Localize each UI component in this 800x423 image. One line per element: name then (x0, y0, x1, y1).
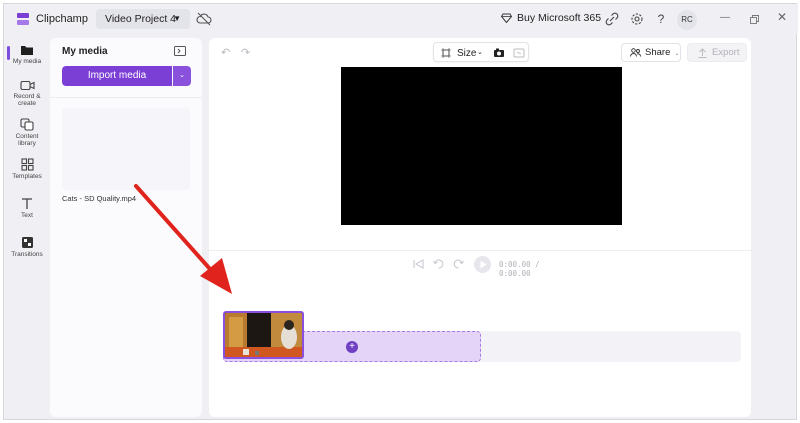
help-icon[interactable]: ? (654, 12, 668, 26)
size-button[interactable]: Size (457, 48, 476, 59)
rail-item-record-create[interactable]: Record & create (4, 80, 50, 107)
rewind-5-icon[interactable] (433, 259, 444, 269)
transitions-icon (21, 237, 33, 248)
divider (209, 250, 751, 251)
library-icon (20, 118, 34, 131)
rail-item-label: My media (12, 58, 42, 65)
clipchamp-logo-icon (17, 13, 29, 25)
media-thumbnail[interactable] (62, 108, 190, 190)
media-panel-title: My media (62, 46, 108, 57)
camera-icon (19, 80, 35, 91)
cloud-off-icon[interactable] (196, 12, 212, 26)
share-label: Share (645, 47, 671, 58)
fullscreen-icon[interactable] (513, 48, 525, 58)
forward-5-icon[interactable] (453, 259, 464, 269)
dragged-media-clip[interactable] (223, 311, 304, 359)
title-bar: Clipchamp Video Project 4 ▼ Buy Microsof… (4, 4, 798, 34)
buy-microsoft-365-button[interactable]: Buy Microsoft 365 (500, 12, 602, 24)
app-window: Clipchamp Video Project 4 ▼ Buy Microsof… (3, 3, 798, 421)
current-time: 0:00.00 (499, 260, 531, 269)
templates-icon (20, 158, 34, 171)
divider (50, 97, 202, 98)
rail-item-label: Text (21, 212, 33, 219)
rail-item-label: Templates (12, 173, 42, 180)
gear-icon[interactable] (630, 12, 644, 26)
rail-item-label: Record & create (13, 93, 41, 107)
preview-toolbar: Size ⌄ (433, 42, 529, 62)
share-link-icon[interactable] (605, 12, 619, 26)
undo-icon[interactable]: ↶ (221, 46, 230, 59)
share-button[interactable]: Share ⌄ (621, 43, 681, 62)
media-file-name[interactable]: Cats - SD Quality.mp4 (62, 194, 136, 203)
text-icon (22, 198, 32, 209)
import-media-button[interactable]: Import media (62, 66, 172, 86)
play-button[interactable] (474, 256, 491, 273)
rail-item-content-library[interactable]: Content library (4, 118, 50, 147)
rail-item-label: Content library (15, 133, 39, 147)
upload-icon (698, 48, 707, 58)
chevron-down-icon: ⌄ (477, 49, 483, 56)
export-button[interactable]: Export (687, 43, 747, 62)
chevron-down-icon: ⌄ (674, 51, 680, 57)
collapse-panel-icon[interactable] (174, 46, 186, 56)
rail-item-text[interactable]: Text (4, 197, 50, 219)
chevron-down-icon: ⌄ (179, 72, 185, 79)
resize-icon (441, 48, 451, 58)
redo-icon[interactable]: ↷ (241, 46, 250, 59)
rail-item-my-media[interactable]: My media (4, 44, 50, 65)
buy-microsoft-365-label: Buy Microsoft 365 (517, 12, 602, 24)
folder-icon (21, 46, 33, 55)
video-preview[interactable] (341, 67, 622, 225)
play-icon (480, 260, 487, 269)
caret-down-icon: ▼ (173, 14, 181, 23)
clip-thumbnail (225, 313, 302, 357)
left-rail: My media Record & create Content library (4, 34, 50, 421)
people-icon (630, 48, 641, 57)
export-label: Export (712, 47, 740, 58)
rail-item-templates[interactable]: Templates (4, 158, 50, 180)
close-icon[interactable]: ✕ (777, 10, 787, 24)
minimize-icon[interactable]: — (720, 12, 730, 23)
diamond-icon (500, 13, 513, 24)
import-dropdown-button[interactable]: ⌄ (173, 66, 191, 86)
project-name-button[interactable]: Video Project 4 ▼ (96, 9, 190, 29)
avatar[interactable]: RC (677, 10, 697, 30)
rail-item-transitions[interactable]: Transitions (4, 236, 50, 258)
playback-controls: 0:00.00 / 0:00.00 (413, 256, 573, 278)
restore-icon[interactable] (750, 15, 759, 24)
rail-item-label: Transitions (11, 251, 43, 258)
snapshot-icon[interactable] (493, 48, 505, 58)
project-name: Video Project 4 (105, 13, 177, 25)
editor-area: ↶ ↷ Size ⌄ Share ⌄ Export 0:00.00 / 0:00… (209, 38, 751, 417)
skip-back-icon[interactable] (413, 259, 424, 269)
app-title: Clipchamp (36, 13, 88, 25)
media-panel: My media Import media ⌄ Cats - SD Qualit… (50, 38, 202, 417)
add-icon[interactable]: + (346, 341, 358, 353)
timecode: 0:00.00 / 0:00.00 (499, 260, 573, 278)
